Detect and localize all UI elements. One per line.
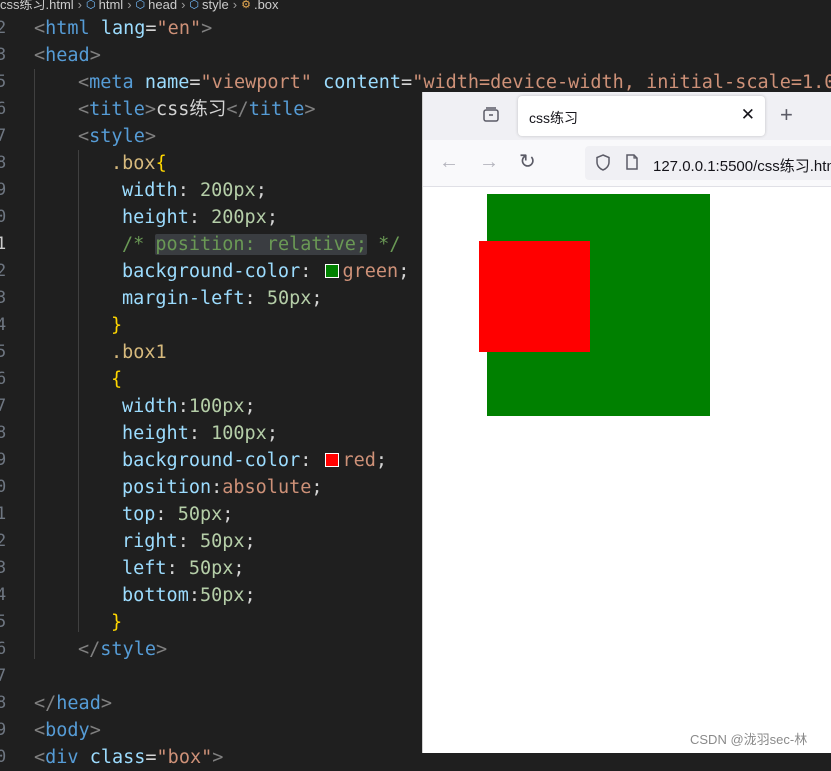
page-icon[interactable] — [625, 154, 639, 174]
code-line[interactable]: right: 50px; — [122, 528, 256, 555]
code-line[interactable]: <title>css练习</title> — [78, 96, 316, 123]
code-line[interactable]: <body> — [34, 717, 101, 744]
navigation-bar: ← → ↻ 127.0.0.1:5500/css练习.html — [423, 140, 831, 187]
breadcrumb-file[interactable]: css练习.html — [0, 0, 74, 11]
breadcrumb-item-html[interactable]: html — [99, 0, 124, 11]
code-line[interactable]: <html lang="en"> — [34, 15, 212, 42]
new-tab-button[interactable]: + — [780, 104, 793, 126]
code-line[interactable]: position:absolute; — [122, 474, 323, 501]
code-line[interactable]: width: 200px; — [122, 177, 267, 204]
chevron-right-icon: › — [232, 0, 238, 12]
chevron-right-icon: › — [77, 0, 83, 12]
code-line[interactable]: height: 100px; — [122, 420, 278, 447]
code-line[interactable]: <div class="box"> — [34, 744, 223, 771]
code-line[interactable]: height: 200px; — [122, 204, 278, 231]
page-viewport — [423, 187, 831, 753]
reload-icon[interactable]: ↻ — [519, 152, 536, 172]
tab-title: css练习 — [529, 110, 578, 126]
code-line[interactable]: top: 50px; — [122, 501, 233, 528]
code-line[interactable]: <head> — [34, 42, 101, 69]
breadcrumb: css练习.html › ⬡ html › ⬡ head › ⬡ style › ⚙ .box — [0, 0, 831, 14]
code-line[interactable]: background-color: green; — [122, 258, 409, 285]
css-selector-icon: ⚙ — [241, 0, 251, 11]
indent-guide — [78, 150, 79, 632]
color-swatch-icon[interactable] — [324, 263, 339, 278]
code-line[interactable]: left: 50px; — [122, 555, 245, 582]
code-line[interactable]: .box1 — [111, 339, 167, 366]
tab-list-icon[interactable] — [481, 106, 501, 126]
url-text: 127.0.0.1:5500/css练习.html — [653, 158, 831, 175]
code-line[interactable]: margin-left: 50px; — [122, 285, 323, 312]
head-tag-icon: ⬡ — [135, 0, 146, 11]
tab-bar: css练习 ✕ + — [423, 92, 831, 140]
forward-arrow-icon[interactable]: → — [479, 152, 499, 172]
code-line[interactable]: background-color: red; — [122, 447, 387, 474]
code-line[interactable]: width:100px; — [122, 393, 256, 420]
code-line[interactable]: <style> — [78, 123, 156, 150]
code-line-comment[interactable]: /* position: relative; */ — [122, 231, 400, 258]
address-bar[interactable]: 127.0.0.1:5500/css练习.html — [585, 146, 831, 180]
breadcrumb-item-head[interactable]: head — [148, 0, 177, 11]
red-box — [479, 241, 590, 352]
breadcrumb-item-box[interactable]: .box — [254, 0, 279, 11]
color-swatch-icon[interactable] — [324, 452, 339, 467]
code-line[interactable]: bottom:50px; — [122, 582, 256, 609]
indent-guide — [34, 69, 35, 659]
browser-window: css练习 ✕ + ← → ↻ 127.0.0.1:5500/css练习.htm… — [422, 92, 831, 753]
back-arrow-icon[interactable]: ← — [439, 152, 459, 172]
code-line[interactable]: </head> — [34, 690, 112, 717]
chevron-right-icon: › — [181, 0, 186, 12]
code-line[interactable]: } — [111, 312, 122, 339]
breadcrumb-item-style[interactable]: style — [202, 0, 229, 11]
chevron-right-icon: › — [127, 0, 132, 12]
watermark: CSDN @泷羽sec-林 — [690, 732, 808, 747]
code-line[interactable]: .box{ — [111, 150, 167, 177]
close-icon[interactable]: ✕ — [741, 105, 755, 125]
code-line[interactable]: { — [111, 366, 122, 393]
browser-tab[interactable]: css练习 ✕ — [518, 96, 765, 136]
code-line[interactable]: } — [111, 609, 122, 636]
code-line[interactable]: </style> — [78, 636, 167, 663]
shield-icon[interactable] — [595, 154, 611, 175]
html-tag-icon: ⬡ — [86, 0, 96, 11]
style-tag-icon: ⬡ — [189, 0, 200, 11]
